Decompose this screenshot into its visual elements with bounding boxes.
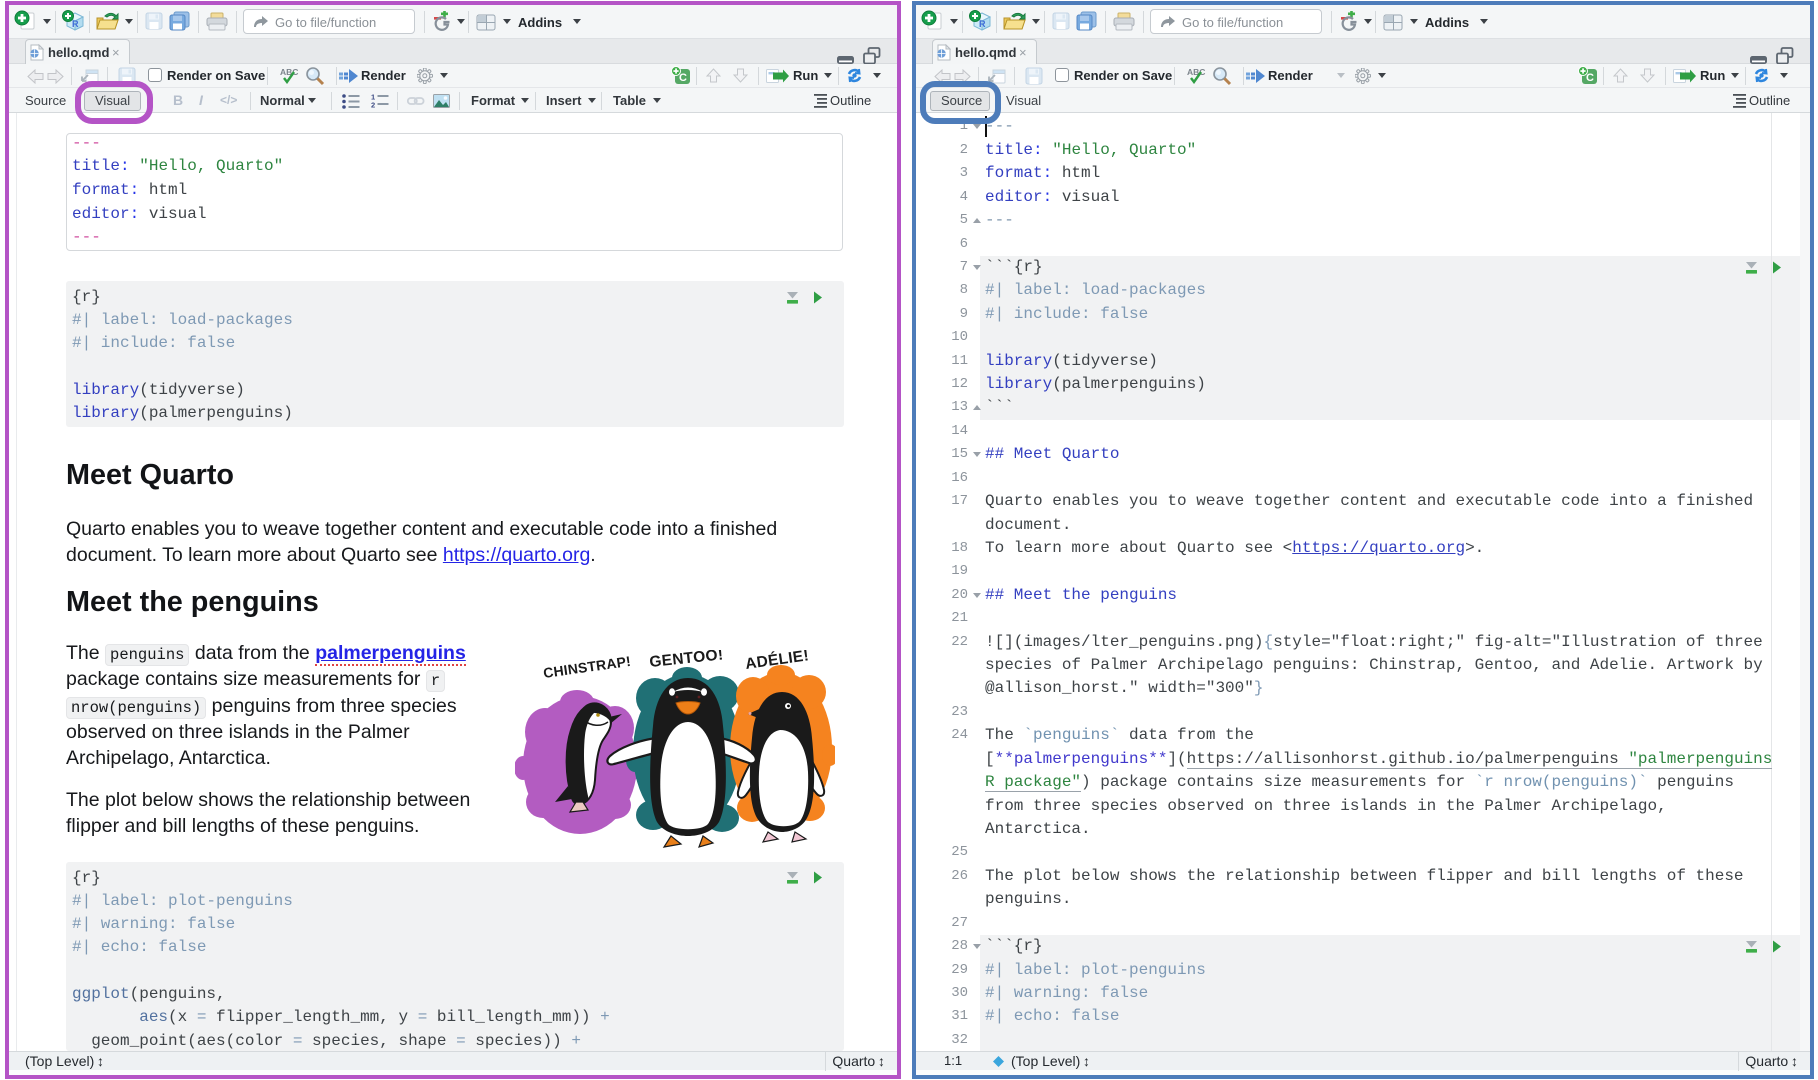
- svg-text:R: R: [979, 19, 986, 29]
- svg-text:CHINSTRAP!: CHINSTRAP!: [542, 653, 632, 681]
- svg-text:R: R: [72, 19, 79, 29]
- svg-text:C: C: [679, 72, 687, 84]
- svg-text:ABC: ABC: [1187, 67, 1205, 77]
- svg-text:C: C: [1586, 72, 1594, 84]
- svg-text:2: 2: [371, 101, 375, 110]
- svg-text:ABC: ABC: [280, 67, 298, 77]
